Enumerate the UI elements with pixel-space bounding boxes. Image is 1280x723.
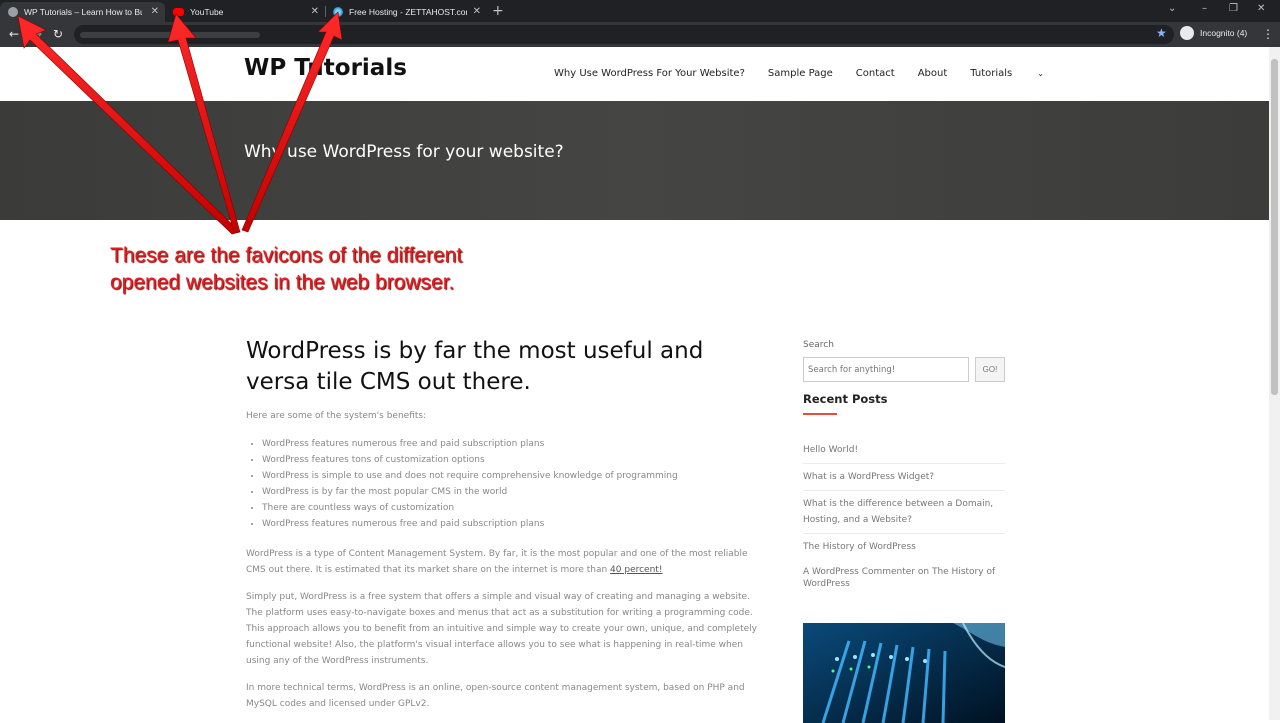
forward-icon[interactable]: → bbox=[32, 27, 42, 41]
close-window-icon[interactable]: ✕ bbox=[1257, 3, 1265, 14]
search-form: GO! bbox=[803, 357, 1005, 382]
page-title: Why use WordPress for your website? bbox=[244, 142, 564, 162]
reload-icon[interactable]: ↻ bbox=[53, 27, 63, 41]
recent-comment[interactable]: A WordPress Commenter on The History of … bbox=[803, 560, 1005, 590]
recent-post-link[interactable]: The History of WordPress bbox=[803, 534, 1005, 560]
tab-title: Free Hosting - ZETTAHOST.com bbox=[349, 7, 467, 17]
blurred-url bbox=[80, 32, 260, 38]
paragraph-technical: In more technical terms, WordPress is an… bbox=[246, 683, 745, 709]
new-tab-icon[interactable]: + bbox=[492, 3, 504, 19]
zettahost-favicon-icon bbox=[333, 7, 343, 17]
benefits-list: WordPress features numerous free and pai… bbox=[262, 436, 758, 532]
tab-search-icon[interactable]: ⌄ bbox=[1168, 3, 1176, 14]
recent-post-link[interactable]: What is the difference between a Domain,… bbox=[803, 491, 1005, 534]
paragraph-definition: Simply put, WordPress is a free system t… bbox=[246, 592, 757, 666]
browser-tab-bar: WP Tutorials – Learn How to Buil ✕ YouTu… bbox=[0, 0, 1280, 22]
tab-title: WP Tutorials – Learn How to Buil bbox=[24, 7, 142, 17]
bookmark-star-icon[interactable]: ★ bbox=[1156, 26, 1167, 40]
article-content: WordPress is by far the most useful and … bbox=[246, 336, 758, 723]
page-scrollbar[interactable] bbox=[1269, 47, 1280, 720]
site-header: WP Tutorials Why Use WordPress For Your … bbox=[0, 47, 1269, 101]
server-rack-image bbox=[803, 623, 1005, 723]
minimize-icon[interactable]: – bbox=[1202, 3, 1207, 14]
paragraph-intro: WordPress is a type of Content Managemen… bbox=[246, 546, 758, 578]
market-share-link[interactable]: 40 percent! bbox=[610, 565, 662, 575]
list-item: WordPress features numerous free and pai… bbox=[262, 436, 758, 452]
recent-post-link[interactable]: What is a WordPress Widget? bbox=[803, 464, 1005, 491]
youtube-favicon-icon bbox=[173, 8, 184, 16]
search-go-button[interactable]: GO! bbox=[975, 357, 1005, 382]
list-item: WordPress is simple to use and does not … bbox=[262, 468, 758, 484]
close-tab-icon[interactable]: ✕ bbox=[151, 6, 159, 17]
incognito-label: Incognito (4) bbox=[1200, 28, 1248, 38]
browser-toolbar: ← → ↻ ★ Incognito (4) ⋮ bbox=[0, 22, 1280, 47]
recent-posts-heading: Recent Posts bbox=[803, 392, 888, 406]
article-intro: Here are some of the system's benefits: bbox=[246, 411, 427, 421]
scrollbar-thumb[interactable] bbox=[1271, 59, 1278, 395]
nav-item-about[interactable]: About bbox=[918, 68, 948, 79]
sidebar: Search GO! Recent Posts Hello World! Wha… bbox=[803, 340, 1005, 590]
heading-underline bbox=[803, 413, 837, 415]
search-input[interactable] bbox=[803, 357, 969, 382]
browser-menu-icon[interactable]: ⋮ bbox=[1262, 27, 1274, 41]
restore-icon[interactable]: ❐ bbox=[1229, 3, 1238, 14]
nav-item-sample-page[interactable]: Sample Page bbox=[768, 68, 833, 79]
list-item: There are countless ways of customizatio… bbox=[262, 500, 758, 516]
back-icon[interactable]: ← bbox=[9, 27, 19, 41]
recent-post-link[interactable]: Hello World! bbox=[803, 437, 1005, 464]
search-label: Search bbox=[803, 340, 834, 350]
wordpress-favicon-icon bbox=[8, 7, 18, 17]
nav-item-tutorials[interactable]: Tutorials ⌄ bbox=[970, 68, 1067, 79]
list-item: WordPress is by far the most popular CMS… bbox=[262, 484, 758, 500]
address-bar[interactable]: ★ bbox=[74, 25, 1174, 44]
close-tab-icon[interactable]: ✕ bbox=[311, 6, 319, 17]
list-item: WordPress features tons of customization… bbox=[262, 452, 758, 468]
page-hero: Why use WordPress for your website? bbox=[0, 101, 1269, 220]
tab-youtube[interactable]: YouTube ✕ bbox=[165, 2, 325, 22]
tab-wp-tutorials[interactable]: WP Tutorials – Learn How to Buil ✕ bbox=[0, 2, 165, 22]
close-tab-icon[interactable]: ✕ bbox=[473, 6, 481, 17]
tab-title: YouTube bbox=[190, 7, 224, 17]
article-heading: WordPress is by far the most useful and … bbox=[246, 338, 704, 395]
tab-zettahost[interactable]: Free Hosting - ZETTAHOST.com ✕ bbox=[325, 2, 487, 22]
incognito-icon bbox=[1180, 26, 1194, 40]
nav-item-tutorials-label: Tutorials bbox=[970, 68, 1013, 79]
incognito-indicator[interactable]: Incognito (4) bbox=[1180, 26, 1247, 40]
site-title[interactable]: WP Tutorials bbox=[244, 55, 407, 81]
chevron-down-icon: ⌄ bbox=[1037, 69, 1044, 78]
nav-item-contact[interactable]: Contact bbox=[856, 68, 895, 79]
list-item: WordPress features numerous free and pai… bbox=[262, 516, 758, 532]
paragraph-intro-text: WordPress is a type of Content Managemen… bbox=[246, 549, 748, 575]
main-nav: Why Use WordPress For Your Website? Samp… bbox=[554, 68, 1090, 79]
nav-item-why-use-wordpress[interactable]: Why Use WordPress For Your Website? bbox=[554, 68, 745, 79]
annotation-text: These are the favicons of the different … bbox=[110, 244, 463, 294]
